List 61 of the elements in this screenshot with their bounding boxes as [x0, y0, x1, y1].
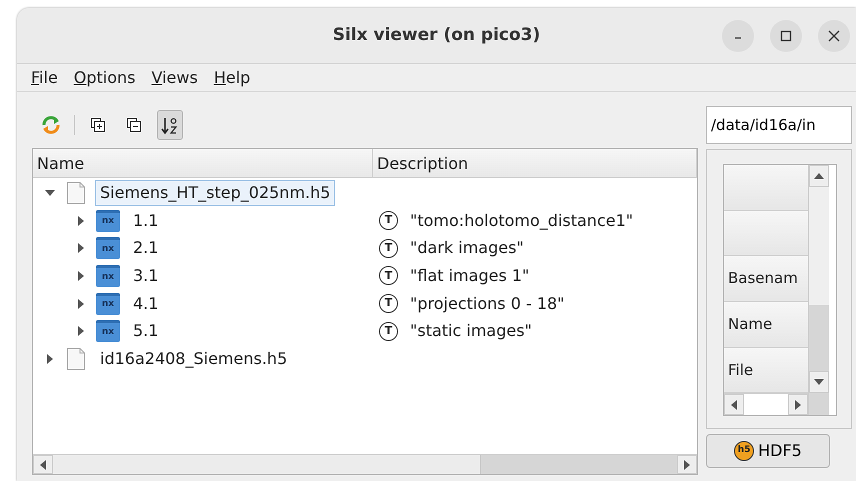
- text-type-icon: T: [379, 322, 398, 341]
- up-arrow-icon[interactable]: [814, 172, 824, 180]
- collapse-all-icon: [126, 117, 142, 133]
- menu-item[interactable]: Options: [68, 66, 142, 90]
- maximize-button[interactable]: [770, 20, 802, 52]
- tree-item[interactable]: 5.1: [128, 318, 164, 344]
- column-header[interactable]: Name: [33, 149, 373, 177]
- sort-button[interactable]: [157, 110, 183, 140]
- refresh-icon: [40, 114, 62, 136]
- tree-description: "static images": [410, 320, 532, 342]
- row-header: File: [724, 348, 808, 394]
- expand-all-icon: [90, 117, 106, 133]
- close-icon: [828, 30, 840, 42]
- menu-item[interactable]: File: [25, 66, 64, 90]
- tree-item[interactable]: 1.1: [128, 208, 164, 234]
- collapsed-arrow-icon[interactable]: [76, 298, 86, 310]
- nexus-folder-icon: nx: [96, 264, 120, 287]
- column-header[interactable]: Description: [373, 149, 697, 177]
- nexus-folder-icon: nx: [96, 237, 120, 260]
- nexus-folder-icon: nx: [96, 320, 120, 342]
- close-button[interactable]: [818, 20, 850, 52]
- menu-item[interactable]: Views: [146, 66, 204, 90]
- left-arrow-icon[interactable]: [39, 460, 47, 470]
- format-button[interactable]: h5 HDF5: [706, 434, 830, 468]
- tree-description: "projections 0 - 18": [410, 292, 565, 315]
- collapsed-arrow-icon[interactable]: [76, 214, 86, 227]
- collapsed-arrow-icon[interactable]: [45, 352, 55, 365]
- tree-item[interactable]: 4.1: [128, 290, 164, 317]
- text-type-icon: T: [379, 211, 398, 230]
- file-icon: [65, 180, 87, 205]
- down-arrow-icon[interactable]: [814, 378, 824, 386]
- row-header: Basenam: [724, 256, 808, 302]
- tree-description: "flat images 1": [410, 264, 530, 287]
- path-field[interactable]: /data/id16a/in: [706, 106, 852, 144]
- menu-item[interactable]: Help: [208, 66, 256, 90]
- hdf5-logo-icon: h5: [734, 441, 754, 461]
- right-arrow-icon[interactable]: [683, 460, 691, 470]
- nexus-folder-icon: nx: [96, 210, 120, 232]
- tree-item[interactable]: 2.1: [128, 235, 164, 262]
- minimize-icon: [735, 37, 741, 39]
- text-type-icon: T: [379, 238, 398, 258]
- tree-item[interactable]: id16a2408_Siemens.h5: [95, 346, 292, 372]
- left-arrow-icon[interactable]: [730, 400, 738, 410]
- collapsed-arrow-icon[interactable]: [76, 242, 86, 254]
- collapsed-arrow-icon[interactable]: [76, 270, 86, 282]
- right-arrow-icon[interactable]: [794, 400, 802, 410]
- tree-item[interactable]: Siemens_HT_step_025nm.h5: [95, 180, 336, 206]
- maximize-icon: [780, 30, 792, 42]
- row-header: Name: [724, 302, 808, 348]
- text-type-icon: T: [379, 266, 398, 286]
- collapsed-arrow-icon[interactable]: [76, 325, 86, 338]
- tree-description: "dark images": [410, 237, 524, 260]
- horizontal-scrollbar[interactable]: [33, 454, 697, 474]
- tree-description: "tomo:holotomo_distance1": [410, 210, 634, 232]
- file-icon: [65, 346, 87, 371]
- nexus-folder-icon: nx: [96, 292, 120, 315]
- text-type-icon: T: [379, 294, 398, 314]
- tree-item[interactable]: 3.1: [128, 262, 164, 289]
- vertical-scrollbar[interactable]: [808, 165, 829, 415]
- window-title: Silx viewer (on pico3): [332, 24, 540, 47]
- sort-icon: [161, 116, 179, 134]
